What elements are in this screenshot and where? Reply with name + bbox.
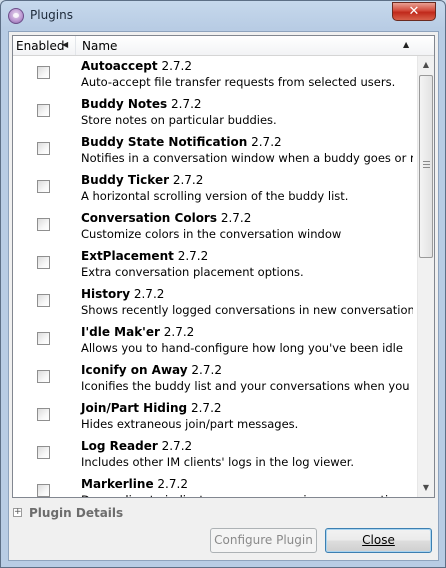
expand-plus-icon[interactable]: + xyxy=(13,508,22,517)
plugin-description: Hides extraneous join/part messages. xyxy=(81,417,299,431)
list-header: Enabled ◀ Name ▲ xyxy=(13,36,434,56)
plugin-name: ExtPlacement 2.7.2 xyxy=(81,249,208,263)
plugin-row[interactable]: Conversation Colors 2.7.2 Customize color… xyxy=(13,208,417,246)
plugin-version: 2.7.2 xyxy=(190,401,222,415)
plugin-version: 2.7.2 xyxy=(157,477,188,491)
pidgin-app-icon xyxy=(8,8,24,24)
plugin-name: Conversation Colors 2.7.2 xyxy=(81,211,251,225)
plugin-title: History xyxy=(81,287,131,301)
column-header-enabled-label: Enabled xyxy=(16,39,65,53)
plugin-description: Includes other IM clients' logs in the l… xyxy=(81,455,355,469)
column-header-name-label: Name xyxy=(82,39,118,53)
plugin-name: Markerline 2.7.2 xyxy=(81,477,188,491)
column-header-name[interactable]: Name ▲ xyxy=(77,36,434,55)
plugin-enabled-checkbox[interactable] xyxy=(37,408,50,421)
plugin-name: I'dle Mak'er 2.7.2 xyxy=(81,325,194,339)
plugin-name: Buddy Ticker 2.7.2 xyxy=(81,173,203,187)
close-button-label: Close xyxy=(362,533,395,547)
plugin-row[interactable]: Buddy State Notification 2.7.2 Notifies i… xyxy=(13,132,417,170)
scroll-up-arrow-icon[interactable]: ▲ xyxy=(418,57,434,73)
plugin-version: 2.7.2 xyxy=(177,249,209,263)
plugin-enabled-checkbox[interactable] xyxy=(37,104,50,117)
plugin-version: 2.7.2 xyxy=(220,211,252,225)
plugin-version: 2.7.2 xyxy=(163,325,195,339)
plugin-version: 2.7.2 xyxy=(251,135,282,149)
plugin-version: 2.7.2 xyxy=(161,59,192,73)
plugin-version: 2.7.2 xyxy=(171,97,202,111)
plugin-name: Log Reader 2.7.2 xyxy=(81,439,192,453)
plugin-title: Buddy Notes xyxy=(81,97,168,111)
window-close-button[interactable]: ✕ xyxy=(392,2,436,21)
plugin-details-label: Plugin Details xyxy=(29,506,124,520)
plugin-row[interactable]: Buddy Notes 2.7.2 Store notes on particul… xyxy=(13,94,417,132)
plugin-description: Allows you to hand-configure how long yo… xyxy=(81,341,403,355)
plugin-name: Join/Part Hiding 2.7.2 xyxy=(81,401,222,415)
thumb-grip-line xyxy=(423,161,430,162)
plugin-title: Log Reader xyxy=(81,439,158,453)
plugin-enabled-checkbox[interactable] xyxy=(37,446,50,459)
plugin-enabled-checkbox[interactable] xyxy=(37,332,50,345)
plugin-version: 2.7.2 xyxy=(161,439,193,453)
plugin-rows: Autoaccept 2.7.2 Auto-accept file transfe… xyxy=(13,56,417,497)
plugin-description: Notifies in a conversation window when a… xyxy=(81,151,413,165)
plugin-description: Shows recently logged conversations in n… xyxy=(81,303,413,317)
plugin-title: Conversation Colors xyxy=(81,211,217,225)
scrollbar-thumb[interactable] xyxy=(419,75,433,258)
plugin-title: Autoaccept xyxy=(81,59,158,73)
plugin-row[interactable]: Join/Part Hiding 2.7.2 Hides extraneous j… xyxy=(13,398,417,436)
plugin-row[interactable]: Buddy Ticker 2.7.2 A horizontal scrolling… xyxy=(13,170,417,208)
plugin-name: Buddy Notes 2.7.2 xyxy=(81,97,202,111)
close-button[interactable]: Close xyxy=(325,528,432,553)
plugin-row[interactable]: Iconify on Away 2.7.2 Iconifies the buddy… xyxy=(13,360,417,398)
plugin-enabled-checkbox[interactable] xyxy=(37,370,50,383)
plugin-list[interactable]: Enabled ◀ Name ▲ Autoaccept 2.7.2 Auto-ac… xyxy=(12,35,435,498)
plugin-row[interactable]: Autoaccept 2.7.2 Auto-accept file transfe… xyxy=(13,56,417,94)
plugin-row[interactable]: Markerline 2.7.2 Draw a line to indicate … xyxy=(13,474,417,497)
plugin-description: Extra conversation placement options. xyxy=(81,265,304,279)
plugin-name: Autoaccept 2.7.2 xyxy=(81,59,192,73)
plugin-version: 2.7.2 xyxy=(172,173,204,187)
plugin-enabled-checkbox[interactable] xyxy=(37,142,50,155)
plugin-enabled-checkbox[interactable] xyxy=(37,66,50,79)
window-title: Plugins xyxy=(30,8,73,22)
plugin-name: History 2.7.2 xyxy=(81,287,164,301)
plugin-enabled-checkbox[interactable] xyxy=(37,180,50,193)
title-bar[interactable]: Plugins ✕ xyxy=(1,1,445,31)
plugin-enabled-checkbox[interactable] xyxy=(37,484,50,497)
thumb-grip-line xyxy=(423,164,430,165)
plugin-version: 2.7.2 xyxy=(191,363,222,377)
plugin-title: Markerline xyxy=(81,477,154,491)
plugin-description: Customize colors in the conversation win… xyxy=(81,227,342,241)
plugin-title: Buddy State Notification xyxy=(81,135,248,149)
plugin-row[interactable]: History 2.7.2 Shows recently logged conve… xyxy=(13,284,417,322)
plugin-enabled-checkbox[interactable] xyxy=(37,294,50,307)
plugin-version: 2.7.2 xyxy=(133,287,165,301)
thumb-grip-line xyxy=(423,167,430,168)
plugin-name: Buddy State Notification 2.7.2 xyxy=(81,135,282,149)
plugin-description: A horizontal scrolling version of the bu… xyxy=(81,189,349,203)
column-header-enabled[interactable]: Enabled ◀ xyxy=(13,36,76,55)
vertical-scrollbar[interactable]: ▲ ▼ xyxy=(417,56,434,497)
plugin-enabled-checkbox[interactable] xyxy=(37,218,50,231)
dialog-body: Enabled ◀ Name ▲ Autoaccept 2.7.2 Auto-ac… xyxy=(8,31,439,561)
plugin-title: ExtPlacement xyxy=(81,249,174,263)
column-resize-arrow-icon: ◀ xyxy=(62,40,69,49)
plugin-row[interactable]: I'dle Mak'er 2.7.2 Allows you to hand-con… xyxy=(13,322,417,360)
plugin-row[interactable]: Log Reader 2.7.2 Includes other IM client… xyxy=(13,436,417,474)
plugin-description: Iconifies the buddy list and your conver… xyxy=(81,379,413,393)
plugin-description: Store notes on particular buddies. xyxy=(81,113,277,127)
plugin-row[interactable]: ExtPlacement 2.7.2 Extra conversation pla… xyxy=(13,246,417,284)
plugin-name: Iconify on Away 2.7.2 xyxy=(81,363,222,377)
plugin-description: Auto-accept file transfer requests from … xyxy=(81,75,396,89)
scroll-down-arrow-icon[interactable]: ▼ xyxy=(418,480,434,496)
plugin-description: Draw a line to indicate new messages in … xyxy=(81,493,413,497)
plugins-window: Plugins ✕ Enabled ◀ Name ▲ Autoaccept 2.… xyxy=(0,0,446,568)
plugin-enabled-checkbox[interactable] xyxy=(37,256,50,269)
plugin-title: I'dle Mak'er xyxy=(81,325,160,339)
plugin-title: Join/Part Hiding xyxy=(81,401,188,415)
plugin-title: Buddy Ticker xyxy=(81,173,169,187)
configure-plugin-button[interactable]: Configure Plugin xyxy=(210,528,317,553)
sort-ascending-icon: ▲ xyxy=(403,40,410,49)
plugin-title: Iconify on Away xyxy=(81,363,188,377)
